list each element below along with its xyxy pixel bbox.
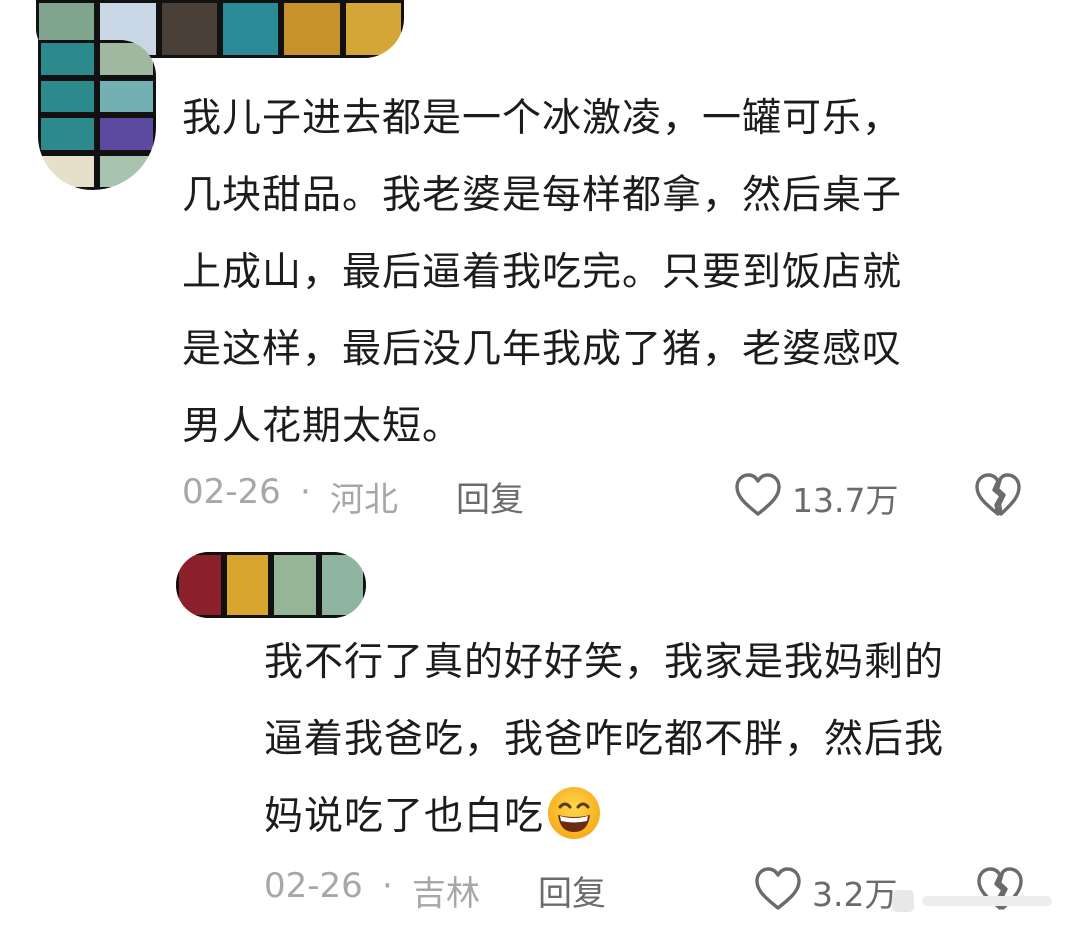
- mosaic-tile: [97, 152, 156, 190]
- mosaic-tile: [158, 0, 220, 58]
- meta-separator: ·: [382, 866, 393, 906]
- mosaic-tile: [281, 0, 343, 58]
- mosaic-tile: [38, 40, 97, 78]
- reply-comment-body: 我不行了真的好好笑，我家是我妈剩的 逼着我爸吃，我爸咋吃都不胖，然后我 妈说吃了…: [264, 640, 945, 839]
- mosaic-tile: [38, 77, 97, 115]
- like-count: 3.2万: [812, 875, 898, 914]
- mosaic-tile: [97, 115, 156, 153]
- censored-reply-avatar-mosaic[interactable]: [176, 552, 366, 618]
- comment-location: 吉林: [412, 874, 480, 914]
- mosaic-tile: [318, 552, 366, 618]
- like-count: 13.7万: [792, 481, 899, 520]
- heart-outline-icon[interactable]: [734, 472, 782, 518]
- comment-text: 我儿子进去都是一个冰激凌，一罐可乐， 几块甜品。我老婆是每样都拿，然后桌子 上成…: [182, 96, 903, 449]
- reply-button[interactable]: 回复: [456, 472, 524, 521]
- comment-date: 02-26: [264, 866, 363, 906]
- mosaic-tile: [38, 152, 97, 190]
- comment-meta-row: 02-26 · 河北 回复 13.7万: [182, 472, 1042, 522]
- censored-avatar-mosaic[interactable]: [38, 40, 156, 190]
- broken-heart-icon[interactable]: [974, 472, 1022, 518]
- comment-location: 河北: [330, 480, 398, 520]
- meta-separator: ·: [300, 472, 311, 512]
- reply-comment-text: 我不行了真的好好笑，我家是我妈剩的 逼着我爸吃，我爸咋吃都不胖，然后我 妈说吃了…: [264, 624, 1064, 855]
- mosaic-tile: [342, 0, 404, 58]
- mosaic-tile: [38, 115, 97, 153]
- heart-outline-icon[interactable]: [754, 866, 802, 912]
- comment-date: 02-26: [182, 472, 281, 512]
- mosaic-tile: [219, 0, 282, 58]
- mosaic-tile: [97, 77, 156, 115]
- mosaic-tile: [176, 552, 224, 618]
- reply-button[interactable]: 回复: [538, 866, 606, 915]
- watermark-logo: [892, 884, 1062, 918]
- grinning-face-emoji-icon: [546, 785, 602, 841]
- mosaic-tile: [223, 552, 271, 618]
- mosaic-tile: [271, 552, 319, 618]
